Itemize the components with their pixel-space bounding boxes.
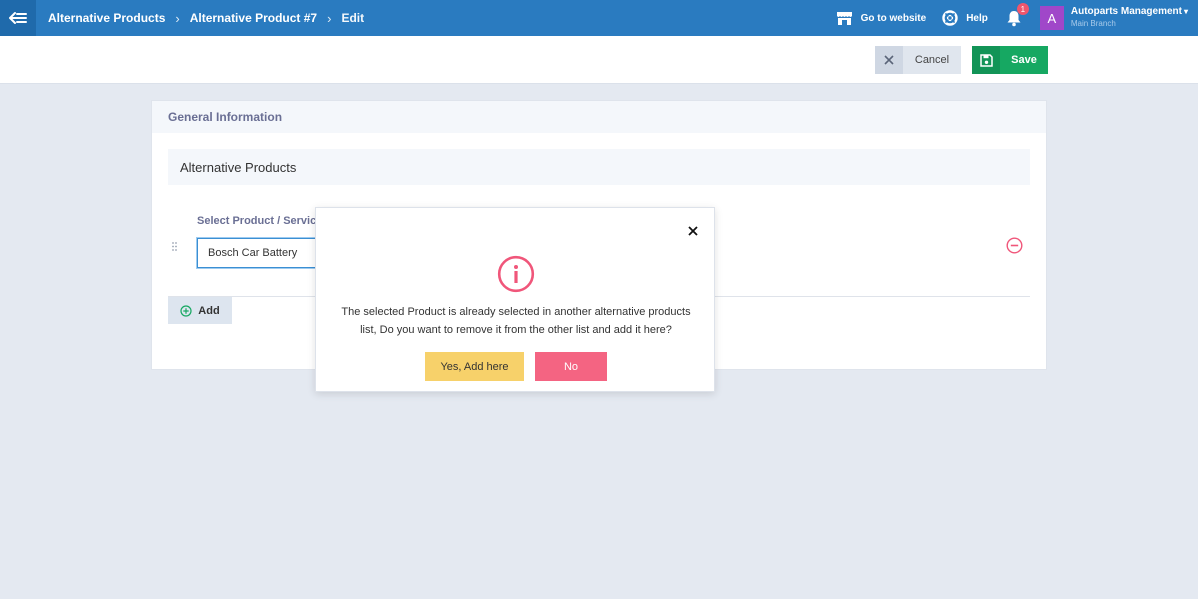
- avatar: A: [1039, 6, 1064, 30]
- breadcrumb-alternative-products[interactable]: Alternative Products: [48, 11, 165, 25]
- breadcrumb: Alternative Products › Alternative Produ…: [48, 0, 364, 36]
- top-right-menu: Go to website Help 1 A Autoparts Managem…: [836, 0, 1198, 36]
- go-to-website-link[interactable]: Go to website: [836, 11, 927, 26]
- yes-add-here-button[interactable]: Yes, Add here: [425, 352, 524, 381]
- chevron-right-icon: ›: [175, 10, 180, 26]
- account-name: Autoparts Management: [1070, 6, 1182, 17]
- close-icon: [884, 55, 894, 65]
- plus-circle-icon: [180, 304, 192, 317]
- go-to-website-label: Go to website: [860, 12, 927, 24]
- chevron-right-icon: ›: [327, 10, 332, 26]
- minus-circle-icon[interactable]: [1006, 237, 1023, 254]
- lifebuoy-icon: [942, 10, 958, 26]
- card-header: General Information: [152, 101, 1046, 133]
- modal-message: The selected Product is already selected…: [341, 306, 691, 336]
- help-label: Help: [966, 12, 988, 24]
- close-icon[interactable]: [687, 225, 699, 237]
- action-bar: Cancel Save: [0, 36, 1198, 84]
- breadcrumb-alternative-product-7[interactable]: Alternative Product #7: [190, 11, 317, 25]
- notifications-button[interactable]: 1: [1004, 3, 1029, 28]
- cancel-button[interactable]: Cancel: [875, 46, 961, 74]
- floppy-disk-icon: [979, 53, 993, 67]
- top-navigation-bar: Alternative Products › Alternative Produ…: [0, 0, 1198, 36]
- save-label: Save: [1011, 54, 1037, 66]
- notification-count-badge: 1: [1016, 3, 1029, 15]
- help-link[interactable]: Help: [942, 10, 988, 26]
- save-button[interactable]: Save: [972, 46, 1048, 74]
- confirmation-modal: The selected Product is already selected…: [315, 207, 715, 392]
- section-title: Alternative Products: [168, 149, 1030, 185]
- account-branch: Main Branch: [1070, 19, 1116, 28]
- cancel-label: Cancel: [914, 54, 950, 66]
- caret-down-icon: ▾: [1183, 7, 1188, 16]
- add-label: Add: [198, 304, 220, 317]
- info-circle-icon: [497, 255, 535, 293]
- add-row-button[interactable]: Add: [168, 297, 232, 324]
- back-arrow-icon: [9, 12, 27, 24]
- back-button[interactable]: [0, 0, 36, 36]
- select-product-label: Select Product / Service: [197, 215, 323, 227]
- account-menu[interactable]: A Autoparts Management ▾ Main Branch: [1039, 6, 1188, 30]
- store-icon: [836, 11, 852, 25]
- drag-handle-icon[interactable]: [172, 242, 177, 251]
- no-button[interactable]: No: [535, 352, 607, 381]
- breadcrumb-edit: Edit: [341, 11, 365, 25]
